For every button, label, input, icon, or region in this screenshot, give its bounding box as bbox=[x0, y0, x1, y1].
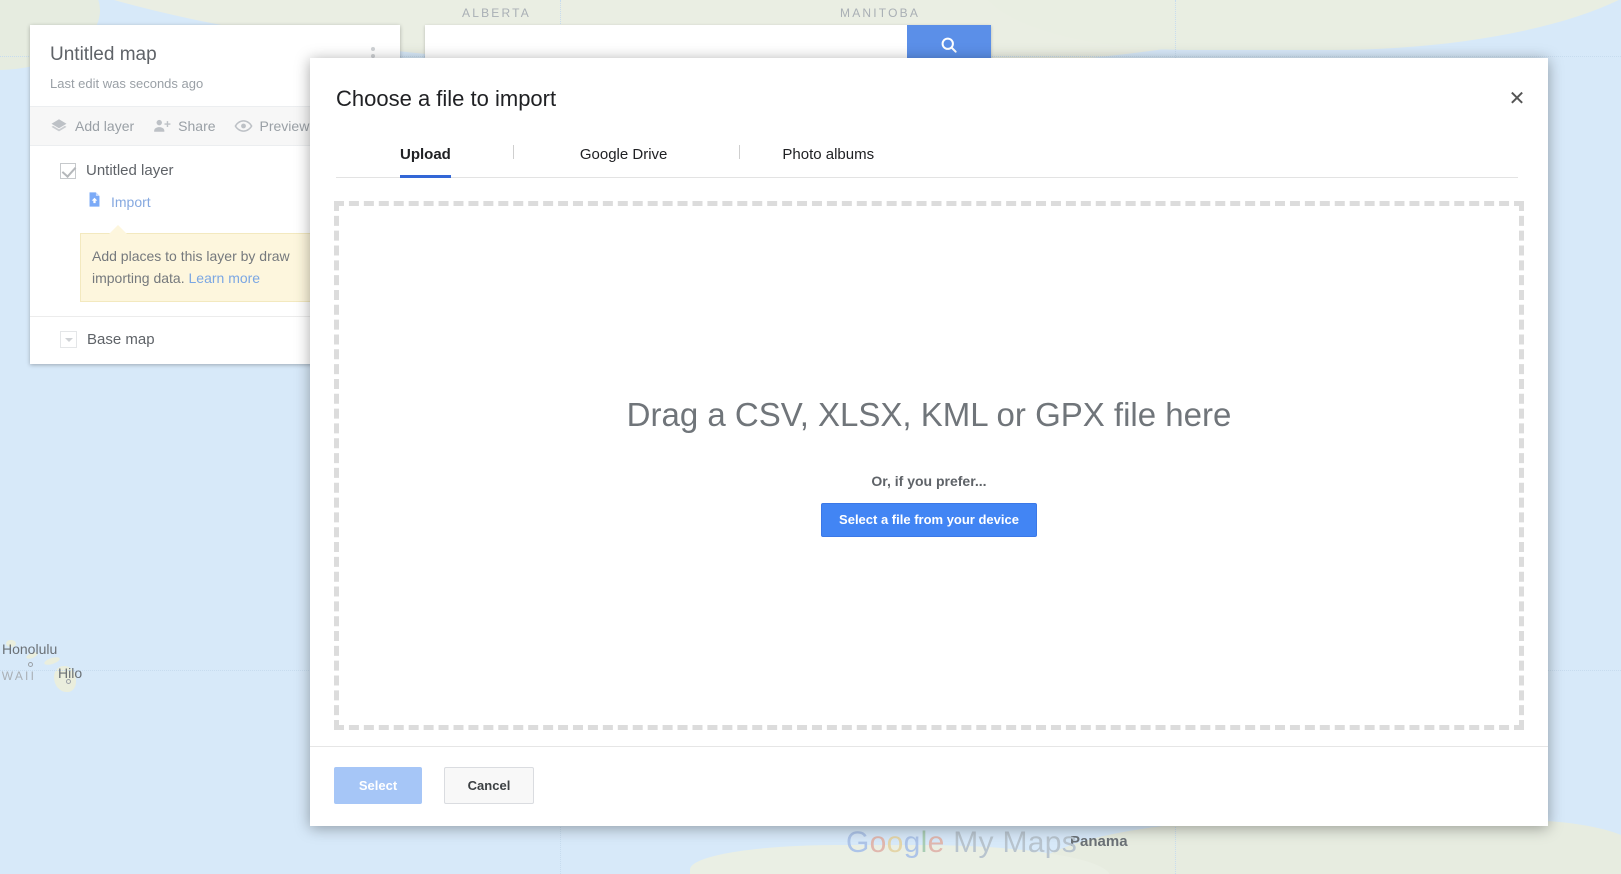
tab-spacer bbox=[740, 136, 782, 177]
tooltip-text-line-2: importing data. bbox=[92, 270, 189, 286]
map-label-hawaii: AWAII bbox=[0, 669, 37, 683]
select-file-from-device-button[interactable]: Select a file from your device bbox=[821, 503, 1037, 537]
dialog-header: Choose a file to import ✕ Upload Google … bbox=[310, 58, 1548, 178]
tab-spacer bbox=[451, 136, 513, 177]
watermark-letter-o2: o bbox=[886, 826, 904, 859]
watermark-letter-o1: o bbox=[869, 826, 887, 859]
file-dropzone[interactable]: Drag a CSV, XLSX, KML or GPX file here O… bbox=[334, 201, 1524, 730]
share-button[interactable]: Share bbox=[152, 117, 216, 135]
share-label: Share bbox=[178, 118, 216, 134]
city-dot-honolulu bbox=[28, 662, 33, 667]
dialog-footer: Select Cancel bbox=[310, 746, 1548, 826]
chevron-down-icon[interactable] bbox=[60, 331, 77, 348]
learn-more-link[interactable]: Learn more bbox=[189, 270, 261, 286]
base-map-label: Base map bbox=[87, 331, 155, 348]
landmass-south-america bbox=[1020, 820, 1621, 874]
city-dot-hilo bbox=[66, 679, 71, 684]
watermark-letter-e: e bbox=[927, 826, 945, 859]
import-file-dialog: Choose a file to import ✕ Upload Google … bbox=[310, 58, 1548, 826]
tab-photo-albums[interactable]: Photo albums bbox=[782, 136, 874, 177]
tab-google-drive[interactable]: Google Drive bbox=[580, 136, 668, 177]
eye-icon bbox=[234, 117, 253, 135]
add-layer-label: Add layer bbox=[75, 118, 135, 134]
tab-spacer bbox=[514, 136, 580, 177]
dialog-title: Choose a file to import bbox=[336, 86, 557, 111]
import-label: Import bbox=[111, 194, 151, 210]
island-kauai bbox=[6, 640, 16, 647]
tab-spacer bbox=[667, 136, 739, 177]
google-my-maps-watermark: Google My Maps bbox=[846, 826, 1077, 860]
watermark-letter-l: l bbox=[920, 826, 928, 859]
layer-name-label[interactable]: Untitled layer bbox=[86, 162, 174, 179]
island-oahu bbox=[25, 650, 39, 661]
dialog-tabs: Upload Google Drive Photo albums bbox=[336, 136, 1518, 178]
dropzone-headline: Drag a CSV, XLSX, KML or GPX file here bbox=[626, 396, 1232, 433]
watermark-letter-g: G bbox=[846, 826, 870, 859]
select-button[interactable]: Select bbox=[334, 767, 422, 804]
close-icon[interactable]: ✕ bbox=[1502, 84, 1532, 114]
dropzone-subtext: Or, if you prefer... bbox=[871, 473, 987, 489]
add-layer-button[interactable]: Add layer bbox=[50, 117, 134, 135]
tab-upload[interactable]: Upload bbox=[400, 136, 451, 178]
watermark-letter-g2: g bbox=[903, 826, 921, 859]
tooltip-text-line-1: Add places to this layer by draw bbox=[92, 248, 290, 264]
layer-visibility-checkbox[interactable] bbox=[60, 162, 76, 179]
dialog-body: Drag a CSV, XLSX, KML or GPX file here O… bbox=[310, 178, 1548, 746]
layers-icon bbox=[50, 117, 68, 135]
watermark-suffix: My Maps bbox=[944, 826, 1078, 859]
cancel-button[interactable]: Cancel bbox=[444, 767, 534, 804]
file-upload-icon bbox=[86, 191, 103, 213]
search-icon bbox=[939, 35, 959, 55]
dot bbox=[371, 47, 375, 51]
tab-leading-spacer bbox=[336, 136, 400, 177]
person-add-icon bbox=[152, 117, 171, 135]
island-maui bbox=[43, 655, 61, 667]
preview-button[interactable]: Preview bbox=[234, 117, 310, 135]
preview-label: Preview bbox=[259, 118, 310, 134]
